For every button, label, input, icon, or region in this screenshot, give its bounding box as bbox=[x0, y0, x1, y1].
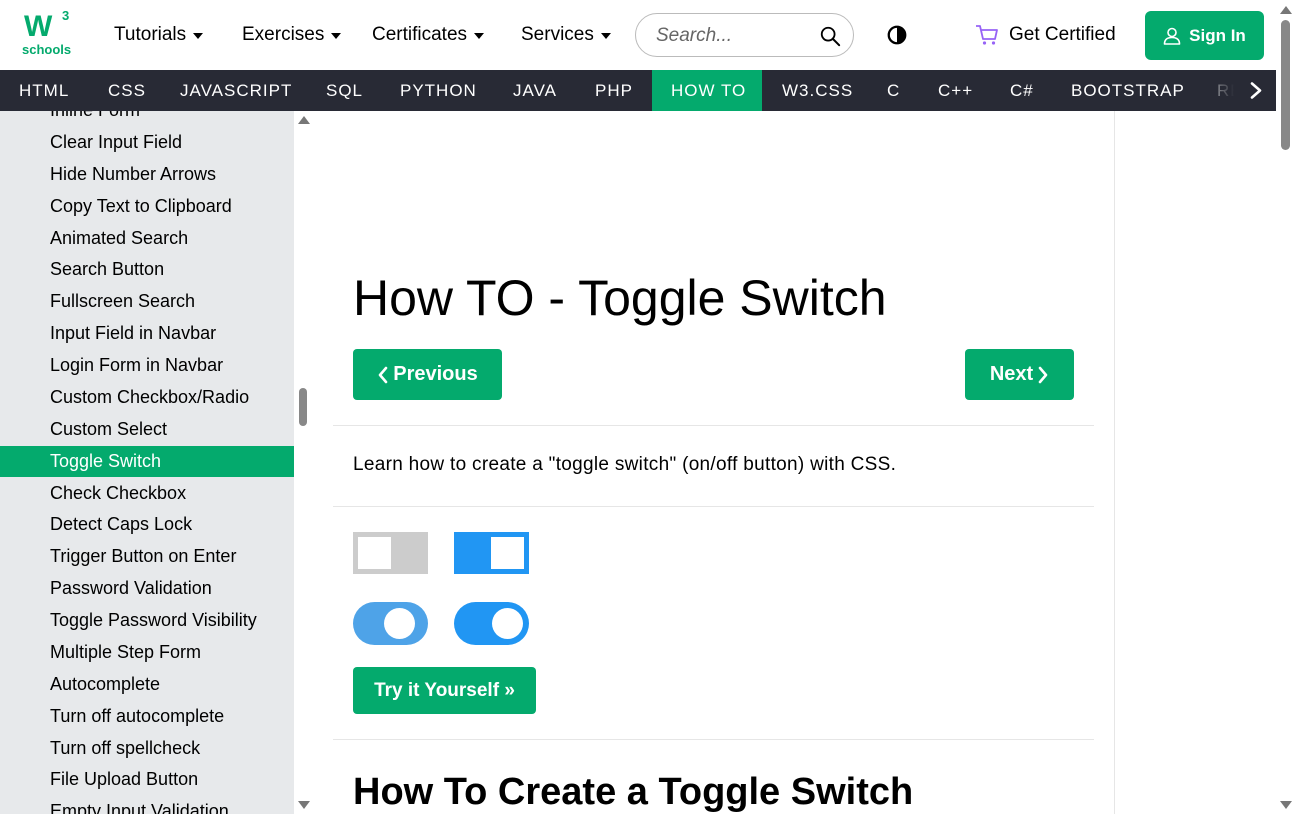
nav-tutorials-label: Tutorials bbox=[114, 24, 187, 45]
caret-down-icon bbox=[193, 33, 204, 39]
sidebar-menu: Inline Form Clear Input Field Hide Numbe… bbox=[0, 111, 294, 814]
sidebar-item-detect-caps-lock[interactable]: Detect Caps Lock bbox=[0, 509, 294, 540]
toggle-knob bbox=[358, 537, 391, 569]
subnav-php[interactable]: PHP bbox=[576, 70, 652, 111]
try-it-yourself-button[interactable]: Try it Yourself » bbox=[353, 667, 536, 714]
toggle-knob bbox=[492, 608, 523, 639]
main-content: How TO - Toggle Switch Previous Next Lea… bbox=[313, 111, 1115, 814]
subnav-bootstrap[interactable]: BOOTSTRAP bbox=[1052, 70, 1204, 111]
get-certified-label: Get Certified bbox=[1009, 24, 1116, 45]
sidebar-item-custom-select[interactable]: Custom Select bbox=[0, 414, 294, 445]
divider bbox=[333, 425, 1094, 426]
sidebar-item-clear-input-field[interactable]: Clear Input Field bbox=[0, 127, 294, 158]
page-scrollbar[interactable] bbox=[1276, 0, 1295, 814]
toggle-switch-round-on-focused[interactable] bbox=[353, 602, 428, 645]
page-scroll-thumb[interactable] bbox=[1281, 20, 1290, 150]
sidebar-item-copy-text-to-clipboard[interactable]: Copy Text to Clipboard bbox=[0, 191, 294, 222]
nav-certificates[interactable]: Certificates bbox=[372, 24, 485, 46]
subnav-cpp[interactable]: C++ bbox=[919, 70, 992, 111]
sidebar-item-login-form-in-navbar[interactable]: Login Form in Navbar bbox=[0, 350, 294, 381]
sidebar-item-inline-form[interactable]: Inline Form bbox=[0, 111, 294, 126]
subnav-html[interactable]: HTML bbox=[0, 70, 88, 111]
sidebar-item-password-validation[interactable]: Password Validation bbox=[0, 573, 294, 604]
sidebar-item-search-button[interactable]: Search Button bbox=[0, 254, 294, 285]
subnav-csharp[interactable]: C# bbox=[991, 70, 1053, 111]
sidebar-item-trigger-button-on-enter[interactable]: Trigger Button on Enter bbox=[0, 541, 294, 572]
divider bbox=[333, 739, 1094, 740]
logo-superscript: 3 bbox=[62, 8, 70, 23]
chevron-right-icon bbox=[1038, 366, 1048, 383]
toggle-knob bbox=[491, 537, 524, 569]
nav-tutorials[interactable]: Tutorials bbox=[114, 24, 204, 46]
subnav-w3css[interactable]: W3.CSS bbox=[763, 70, 872, 111]
sidebar-item-custom-checkbox-radio[interactable]: Custom Checkbox/Radio bbox=[0, 382, 294, 413]
sidebar-item-turn-off-spellcheck[interactable]: Turn off spellcheck bbox=[0, 733, 294, 764]
search-icon[interactable] bbox=[819, 25, 841, 47]
user-icon bbox=[1163, 27, 1181, 45]
search-input[interactable] bbox=[656, 24, 816, 48]
logo-text: schools bbox=[22, 42, 72, 57]
subnav-java[interactable]: JAVA bbox=[494, 70, 576, 111]
nav-exercises-label: Exercises bbox=[242, 24, 325, 45]
scroll-up-arrow-icon[interactable] bbox=[298, 116, 310, 124]
subnav-how-to[interactable]: HOW TO bbox=[652, 70, 762, 111]
subnav-scroll-right[interactable] bbox=[1234, 70, 1276, 111]
subject-navbar: HTML CSS JAVASCRIPT SQL PYTHON JAVA PHP … bbox=[0, 70, 1276, 111]
nav-exercises[interactable]: Exercises bbox=[242, 24, 342, 46]
next-button[interactable]: Next bbox=[965, 349, 1074, 400]
nav-certificates-label: Certificates bbox=[372, 24, 468, 45]
subnav-css[interactable]: CSS bbox=[89, 70, 165, 111]
sign-in-button[interactable]: Sign In bbox=[1145, 11, 1264, 60]
sidebar-item-empty-input-validation[interactable]: Empty Input Validation bbox=[0, 796, 294, 814]
previous-button[interactable]: Previous bbox=[353, 349, 502, 400]
subnav-sql[interactable]: SQL bbox=[307, 70, 382, 111]
subnav-fade bbox=[1194, 70, 1234, 111]
sidebar-item-toggle-password-visibility[interactable]: Toggle Password Visibility bbox=[0, 605, 294, 636]
sidebar-item-input-field-in-navbar[interactable]: Input Field in Navbar bbox=[0, 318, 294, 349]
cart-icon bbox=[976, 25, 998, 45]
subnav-python[interactable]: PYTHON bbox=[381, 70, 496, 111]
logo-mark: W bbox=[24, 10, 52, 43]
divider bbox=[333, 506, 1094, 507]
caret-down-icon bbox=[474, 33, 485, 39]
w3schools-logo[interactable]: W 3 schools bbox=[22, 8, 74, 58]
page-title: How TO - Toggle Switch bbox=[353, 270, 887, 326]
scroll-down-arrow-icon[interactable] bbox=[1280, 801, 1292, 809]
subnav-c[interactable]: C bbox=[868, 70, 919, 111]
sidebar-item-multiple-step-form[interactable]: Multiple Step Form bbox=[0, 637, 294, 668]
previous-label: Previous bbox=[393, 363, 478, 385]
sidebar-item-autocomplete[interactable]: Autocomplete bbox=[0, 669, 294, 700]
toggle-knob bbox=[384, 608, 415, 639]
sidebar-item-check-checkbox[interactable]: Check Checkbox bbox=[0, 478, 294, 509]
sign-in-label: Sign In bbox=[1189, 25, 1246, 45]
sidebar-item-fullscreen-search[interactable]: Fullscreen Search bbox=[0, 286, 294, 317]
toggle-switch-square-on[interactable] bbox=[454, 532, 529, 574]
sidebar-item-toggle-switch[interactable]: Toggle Switch bbox=[0, 446, 294, 477]
caret-down-icon bbox=[600, 33, 611, 39]
sidebar-item-animated-search[interactable]: Animated Search bbox=[0, 223, 294, 254]
top-bar: W 3 schools Tutorials Exercises Certific… bbox=[0, 0, 1295, 70]
caret-down-icon bbox=[331, 33, 342, 39]
chevron-left-icon bbox=[378, 366, 388, 383]
sidebar-scrollbar[interactable] bbox=[294, 111, 313, 814]
get-certified-link[interactable]: Get Certified bbox=[975, 24, 1116, 46]
chevron-right-icon bbox=[1250, 82, 1262, 99]
subnav-javascript[interactable]: JAVASCRIPT bbox=[161, 70, 311, 111]
intro-text: Learn how to create a "toggle switch" (o… bbox=[353, 454, 897, 475]
search-box bbox=[635, 13, 854, 57]
sidebar-item-file-upload-button[interactable]: File Upload Button bbox=[0, 764, 294, 795]
scroll-down-arrow-icon[interactable] bbox=[298, 801, 310, 809]
scroll-up-arrow-icon[interactable] bbox=[1280, 6, 1292, 14]
next-label: Next bbox=[989, 363, 1034, 385]
contrast-toggle-icon[interactable] bbox=[886, 24, 908, 46]
nav-services[interactable]: Services bbox=[521, 24, 611, 46]
sidebar-item-turn-off-autocomplete[interactable]: Turn off autocomplete bbox=[0, 701, 294, 732]
sidebar-item-hide-number-arrows[interactable]: Hide Number Arrows bbox=[0, 159, 294, 190]
toggle-switch-round-on[interactable] bbox=[454, 602, 529, 645]
sidebar-scroll-thumb[interactable] bbox=[299, 388, 307, 426]
toggle-switch-square-off[interactable] bbox=[353, 532, 428, 574]
section-title: How To Create a Toggle Switch bbox=[353, 771, 914, 813]
nav-services-label: Services bbox=[521, 24, 594, 45]
